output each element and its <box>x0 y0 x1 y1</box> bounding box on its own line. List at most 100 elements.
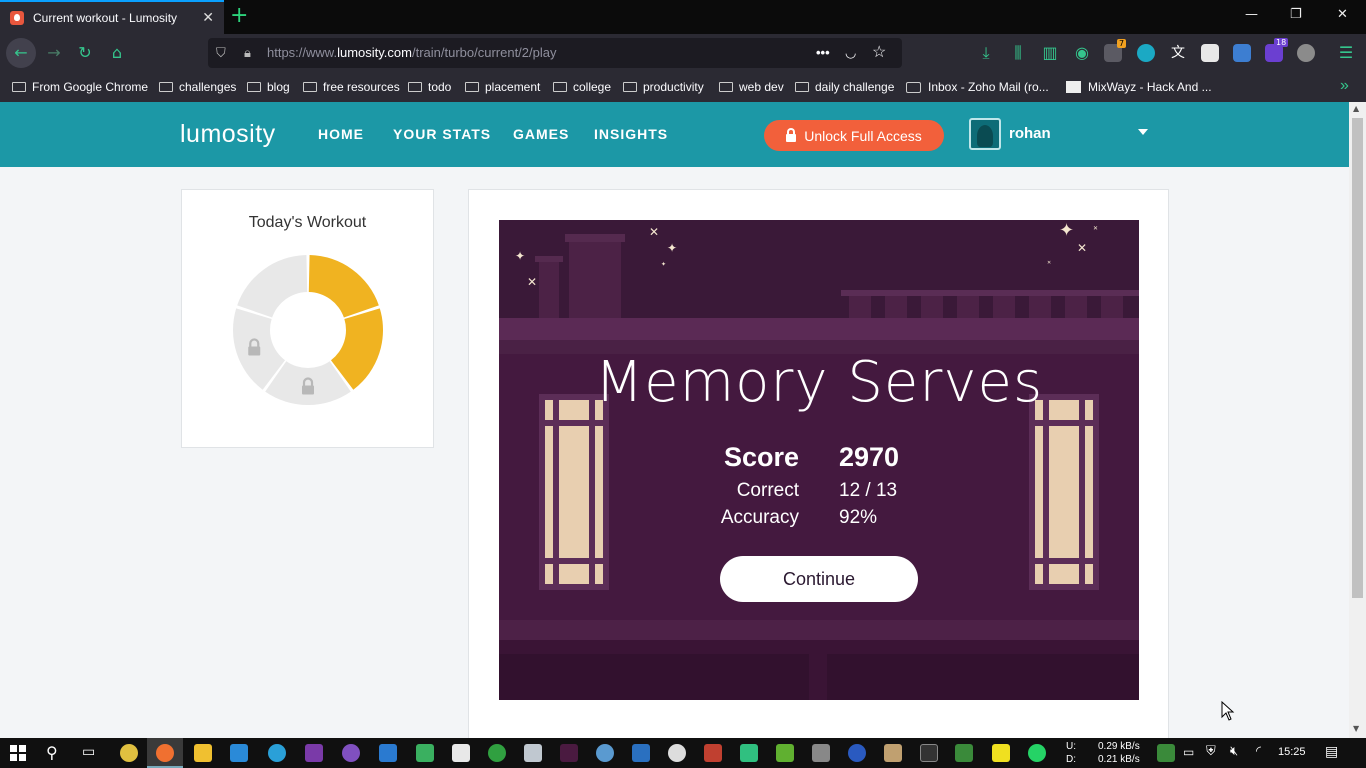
scroll-up-icon[interactable]: ▲ <box>1353 104 1359 113</box>
onenote-icon[interactable] <box>305 744 323 762</box>
nav-your-stats[interactable]: YOUR STATS <box>393 126 491 142</box>
file-explorer-icon[interactable] <box>194 744 212 762</box>
bookmark-folder[interactable]: college <box>553 80 611 94</box>
tab-title: Current workout - Lumosity <box>33 11 178 25</box>
app-icon[interactable] <box>668 744 686 762</box>
bookmark-folder[interactable]: productivity <box>623 80 704 94</box>
app-icon[interactable] <box>848 744 866 762</box>
score-label: Score <box>723 442 799 472</box>
more-bookmarks-icon[interactable]: » <box>1340 77 1349 95</box>
app-icon[interactable] <box>342 744 360 762</box>
avatar[interactable] <box>969 118 1001 150</box>
lumosity-logo[interactable]: lumosity <box>180 120 276 149</box>
downloads-icon[interactable]: ⤓ <box>974 41 998 65</box>
app-icon[interactable] <box>524 744 542 762</box>
browser-tab-active[interactable]: Current workout - Lumosity ✕ <box>0 0 224 34</box>
app-icon[interactable] <box>704 744 722 762</box>
padlock-icon[interactable]: 🔒︎ <box>244 38 251 68</box>
home-icon[interactable]: ⌂ <box>105 41 129 65</box>
app-icon[interactable] <box>884 744 902 762</box>
chrome-icon[interactable] <box>120 744 138 762</box>
card-extension-icon[interactable] <box>1201 44 1219 62</box>
app-icon[interactable] <box>955 744 973 762</box>
bookmark-label: todo <box>428 80 452 94</box>
unlock-full-access-button[interactable]: Unlock Full Access <box>764 120 944 151</box>
page-actions-icon[interactable]: ••• <box>816 38 830 68</box>
shield-icon[interactable]: ⛉ <box>216 38 226 68</box>
library-icon[interactable]: ⫼ <box>1006 41 1030 65</box>
app-icon[interactable] <box>596 744 614 762</box>
wifi-icon[interactable]: ◜ <box>1256 744 1261 759</box>
app-icon[interactable] <box>632 744 650 762</box>
notifications-icon[interactable]: ▤ <box>1325 744 1338 760</box>
task-view-icon[interactable]: ▭ <box>82 744 95 760</box>
adblock-icon[interactable] <box>1297 44 1315 62</box>
pocket-icon[interactable]: ◡ <box>845 38 856 68</box>
upload-label: U: <box>1066 741 1076 752</box>
bookmark-folder[interactable]: challenges <box>159 80 236 94</box>
app-icon[interactable] <box>920 744 938 762</box>
bookmark-folder[interactable]: placement <box>465 80 540 94</box>
lumosity-favicon-icon <box>10 11 24 25</box>
page-scrollbar[interactable]: ▲ ▼ <box>1349 102 1366 738</box>
minimize-icon[interactable]: — <box>1245 7 1258 22</box>
firefox-icon[interactable] <box>156 744 174 762</box>
telegram-icon[interactable] <box>268 744 286 762</box>
battery-icon[interactable]: ▭ <box>1183 745 1194 759</box>
sidebar-icon[interactable]: ▥ <box>1038 41 1062 65</box>
volume-muted-icon[interactable]: 🔇︎ <box>1230 744 1238 759</box>
bookmark-folder[interactable]: daily challenge <box>795 80 894 94</box>
new-tab-icon[interactable]: + <box>230 4 248 28</box>
svg-text:✦: ✦ <box>1059 220 1074 241</box>
svg-text:✕: ✕ <box>1093 225 1098 232</box>
sticky-notes-icon[interactable] <box>992 744 1010 762</box>
clock[interactable]: 15:25 <box>1278 746 1306 758</box>
windows-start-icon[interactable] <box>10 745 26 761</box>
window-close-icon[interactable]: ✕ <box>1337 7 1348 22</box>
search-icon[interactable]: ⚲ <box>46 743 58 762</box>
trello-icon[interactable] <box>379 744 397 762</box>
score-value: 2970 <box>839 442 900 472</box>
app-icon[interactable] <box>812 744 830 762</box>
url-bar[interactable]: ⛉ 🔒︎ https://www.lumosity.com/train/turb… <box>208 38 902 68</box>
tray-app-icon[interactable] <box>1157 744 1175 762</box>
menu-icon[interactable]: ☰ <box>1334 41 1358 65</box>
username[interactable]: rohan <box>1009 125 1051 142</box>
forward-icon[interactable]: → <box>42 41 66 65</box>
bookmark-link[interactable]: MixWayz - Hack And ... <box>1066 80 1212 94</box>
bookmark-label: placement <box>485 80 541 94</box>
nav-home[interactable]: HOME <box>318 126 364 142</box>
accuracy-label: Accuracy <box>720 507 799 528</box>
bookmark-folder[interactable]: free resources <box>303 80 400 94</box>
bookmark-link[interactable]: Inbox - Zoho Mail (ro... <box>906 80 1049 94</box>
app-icon[interactable] <box>740 744 758 762</box>
scroll-down-icon[interactable]: ▼ <box>1353 724 1359 733</box>
bookmark-folder[interactable]: From Google Chrome <box>12 80 148 94</box>
restore-icon[interactable]: ❐ <box>1290 7 1302 22</box>
vscode-icon[interactable] <box>230 744 248 762</box>
s-extension-icon[interactable] <box>1233 44 1251 62</box>
nav-insights[interactable]: INSIGHTS <box>594 126 668 142</box>
scrollbar-thumb[interactable] <box>1352 118 1363 598</box>
bookmark-folder[interactable]: web dev <box>719 80 784 94</box>
whatsapp-icon[interactable] <box>1028 744 1046 762</box>
nav-games[interactable]: GAMES <box>513 126 569 142</box>
adobe-xd-icon[interactable] <box>560 744 578 762</box>
account-icon[interactable]: ◉ <box>1070 41 1094 65</box>
tab-close-icon[interactable]: ✕ <box>202 9 214 26</box>
security-shield-icon[interactable]: ⛨ <box>1206 744 1216 759</box>
bookmark-folder[interactable]: blog <box>247 80 290 94</box>
back-icon[interactable]: ← <box>6 38 36 68</box>
app-icon[interactable] <box>452 744 470 762</box>
bookmark-star-icon[interactable]: ☆ <box>872 38 886 68</box>
android-studio-icon[interactable] <box>416 744 434 762</box>
continue-button[interactable]: Continue <box>720 556 918 602</box>
reload-icon[interactable]: ↻ <box>73 41 97 65</box>
app-icon[interactable] <box>776 744 794 762</box>
chevron-down-icon[interactable] <box>1138 129 1148 135</box>
bookmark-folder[interactable]: todo <box>408 80 451 94</box>
app-icon[interactable] <box>488 744 506 762</box>
m-extension-icon[interactable] <box>1137 44 1155 62</box>
url-domain: lumosity.com <box>337 45 412 60</box>
translate-extension-icon[interactable]: 文 <box>1169 44 1187 62</box>
